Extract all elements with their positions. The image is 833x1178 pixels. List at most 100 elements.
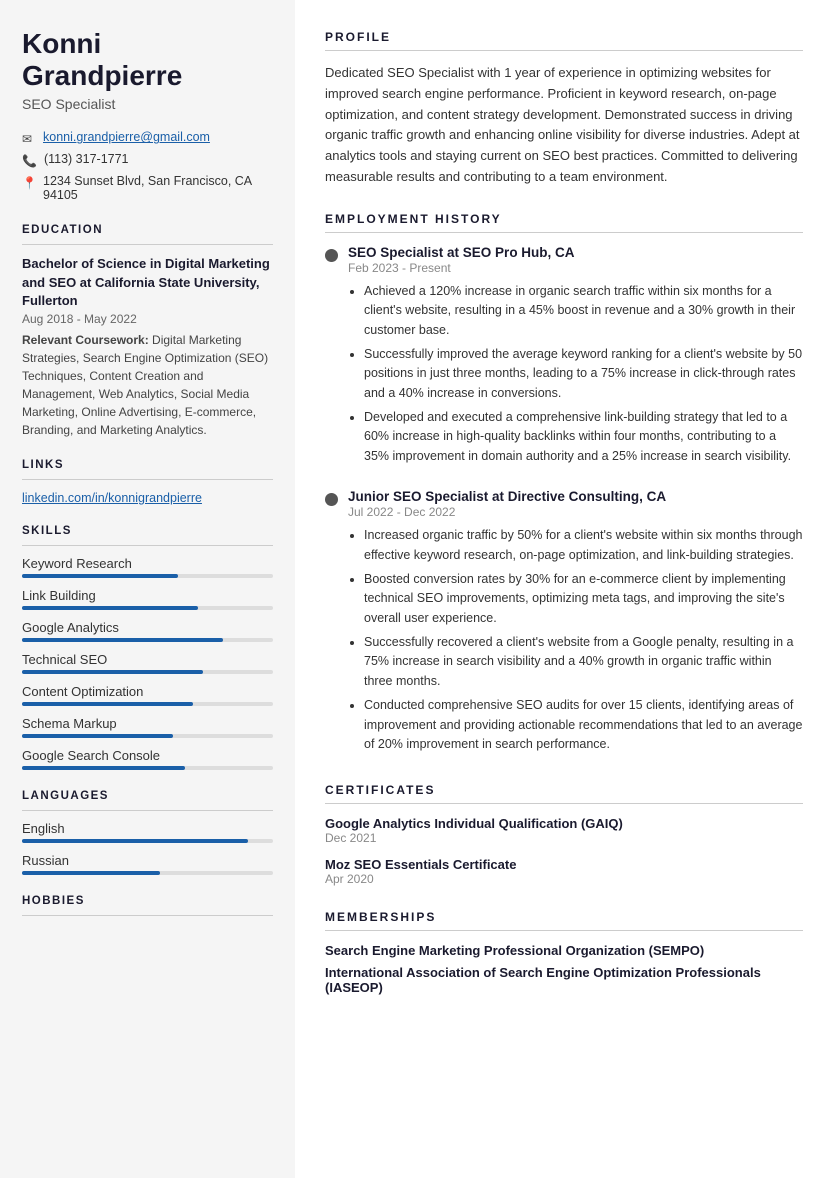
education-divider [22,244,273,245]
languages-divider [22,810,273,811]
employment-list: SEO Specialist at SEO Pro Hub, CA Feb 20… [325,245,803,760]
language-bar-fill [22,871,160,875]
employment-item: SEO Specialist at SEO Pro Hub, CA Feb 20… [325,245,803,471]
edu-dates: Aug 2018 - May 2022 [22,312,273,326]
skill-bar-bg [22,638,273,642]
membership-name: Search Engine Marketing Professional Org… [325,943,803,958]
phone-icon: 📞 [22,154,37,168]
emp-bullet: Increased organic traffic by 50% for a c… [364,526,803,565]
skill-item: Content Optimization [22,684,273,706]
education-title: EDUCATION [22,224,273,236]
memberships-divider [325,930,803,931]
certificate-item: Moz SEO Essentials Certificate Apr 2020 [325,857,803,886]
hobbies-title: HOBBIES [22,895,273,907]
edu-coursework: Relevant Coursework: Digital Marketing S… [22,331,273,439]
language-bar-bg [22,871,273,875]
linkedin-link[interactable]: linkedin.com/in/konnigrandpierre [22,491,202,505]
resume-container: Konni Grandpierre SEO Specialist ✉ konni… [0,0,833,1178]
emp-bullets: Increased organic traffic by 50% for a c… [348,526,803,754]
skill-bar-fill [22,574,178,578]
profile-title: PROFILE [325,30,803,44]
certificates-list: Google Analytics Individual Qualificatio… [325,816,803,886]
emp-bullet: Successfully recovered a client's websit… [364,633,803,691]
skill-bar-fill [22,702,193,706]
certificate-name: Google Analytics Individual Qualificatio… [325,816,803,831]
emp-bullet: Boosted conversion rates by 30% for an e… [364,570,803,628]
emp-dot [325,249,338,262]
memberships-title: MEMBERSHIPS [325,910,803,924]
emp-bullet-col [325,489,338,759]
certificates-section: CERTIFICATES Google Analytics Individual… [325,783,803,886]
email-link[interactable]: konni.grandpierre@gmail.com [43,130,210,144]
education-section: EDUCATION Bachelor of Science in Digital… [22,224,273,439]
sidebar: Konni Grandpierre SEO Specialist ✉ konni… [0,0,295,1178]
skill-name: Content Optimization [22,684,273,699]
certificate-date: Dec 2021 [325,831,803,845]
emp-content: SEO Specialist at SEO Pro Hub, CA Feb 20… [348,245,803,471]
language-name: Russian [22,853,273,868]
contact-email: ✉ konni.grandpierre@gmail.com [22,130,273,146]
membership-item: International Association of Search Engi… [325,965,803,995]
emp-content: Junior SEO Specialist at Directive Consu… [348,489,803,759]
skill-item: Google Search Console [22,748,273,770]
languages-list: English Russian [22,821,273,875]
employment-title: EMPLOYMENT HISTORY [325,212,803,226]
hobbies-section: HOBBIES [22,895,273,916]
profile-text: Dedicated SEO Specialist with 1 year of … [325,63,803,188]
employment-divider [325,232,803,233]
email-icon: ✉ [22,132,36,146]
certificates-divider [325,803,803,804]
candidate-name: Konni Grandpierre [22,28,273,92]
skill-item: Schema Markup [22,716,273,738]
languages-title: LANGUAGES [22,790,273,802]
language-bar-fill [22,839,248,843]
emp-bullet: Developed and executed a comprehensive l… [364,408,803,466]
certificates-title: CERTIFICATES [325,783,803,797]
emp-bullet: Conducted comprehensive SEO audits for o… [364,696,803,754]
skills-list: Keyword Research Link Building Google An… [22,556,273,770]
skill-bar-bg [22,734,273,738]
hobbies-divider [22,915,273,916]
skill-bar-bg [22,766,273,770]
contact-address: 📍 1234 Sunset Blvd, San Francisco, CA 94… [22,174,273,202]
languages-section: LANGUAGES English Russian [22,790,273,875]
skill-bar-fill [22,670,203,674]
skills-divider [22,545,273,546]
language-item: Russian [22,853,273,875]
emp-bullets: Achieved a 120% increase in organic sear… [348,282,803,466]
skill-bar-bg [22,670,273,674]
employment-section: EMPLOYMENT HISTORY SEO Specialist at SEO… [325,212,803,760]
skill-bar-fill [22,638,223,642]
emp-dates: Feb 2023 - Present [348,261,803,275]
skills-section: SKILLS Keyword Research Link Building Go… [22,525,273,770]
certificate-date: Apr 2020 [325,872,803,886]
employment-item: Junior SEO Specialist at Directive Consu… [325,489,803,759]
skill-bar-fill [22,606,198,610]
skill-name: Technical SEO [22,652,273,667]
emp-dates: Jul 2022 - Dec 2022 [348,505,803,519]
links-section: LINKS linkedin.com/in/konnigrandpierre [22,459,273,505]
emp-bullet-col [325,245,338,471]
links-divider [22,479,273,480]
skill-name: Google Analytics [22,620,273,635]
emp-dot [325,493,338,506]
profile-divider [325,50,803,51]
location-icon: 📍 [22,176,36,190]
candidate-title: SEO Specialist [22,96,273,112]
skills-title: SKILLS [22,525,273,537]
skill-name: Google Search Console [22,748,273,763]
emp-job-title: Junior SEO Specialist at Directive Consu… [348,489,803,504]
profile-section: PROFILE Dedicated SEO Specialist with 1 … [325,30,803,188]
skill-item: Link Building [22,588,273,610]
skill-bar-fill [22,734,173,738]
emp-job-title: SEO Specialist at SEO Pro Hub, CA [348,245,803,260]
main-content: PROFILE Dedicated SEO Specialist with 1 … [295,0,833,1178]
skill-item: Technical SEO [22,652,273,674]
skill-name: Schema Markup [22,716,273,731]
memberships-list: Search Engine Marketing Professional Org… [325,943,803,995]
memberships-section: MEMBERSHIPS Search Engine Marketing Prof… [325,910,803,995]
language-name: English [22,821,273,836]
emp-bullet: Achieved a 120% increase in organic sear… [364,282,803,340]
certificate-name: Moz SEO Essentials Certificate [325,857,803,872]
skill-bar-bg [22,702,273,706]
